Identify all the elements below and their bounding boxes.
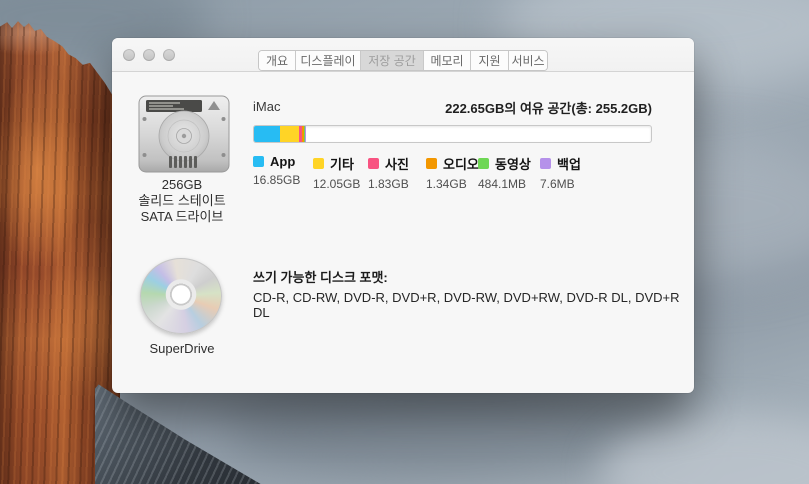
zoom-button[interactable]: [163, 49, 175, 61]
tab-displays[interactable]: 디스플레이: [296, 51, 361, 70]
storage-legend: App16.85GB기타12.05GB사진1.83GB오디오1.34GB동영상4…: [253, 154, 663, 186]
tab-storage[interactable]: 저장 공간: [361, 51, 424, 70]
legend-label-movies: 동영상: [495, 154, 531, 173]
legend-swatch-other: [313, 158, 324, 169]
storage-segment-backups: [305, 126, 306, 142]
legend-swatch-backups: [540, 158, 551, 169]
legend-size-app: 16.85GB: [253, 173, 300, 187]
tab-overview[interactable]: 개요: [259, 51, 296, 70]
legend-swatch-photos: [368, 158, 379, 169]
legend-label-app: App: [270, 154, 295, 169]
superdrive-caption: SuperDrive: [112, 341, 252, 357]
legend-item-audio: 오디오 1.34GB: [426, 154, 479, 191]
legend-label-backups: 백업: [557, 154, 581, 173]
about-this-mac-window: 개요디스플레이저장 공간메모리지원서비스: [112, 38, 694, 393]
drive-caption: 256GB 솔리드 스테이트 SATA 드라이브: [112, 177, 252, 225]
legend-size-movies: 484.1MB: [478, 177, 531, 191]
legend-label-other: 기타: [330, 154, 354, 173]
legend-item-app: App 16.85GB: [253, 154, 300, 187]
internal-drive-icon: [138, 95, 230, 178]
disc-formats-title: 쓰기 가능한 디스크 포맷:: [253, 267, 388, 286]
legend-size-audio: 1.34GB: [426, 177, 479, 191]
tab-support[interactable]: 지원: [471, 51, 509, 70]
storage-segment-other: [280, 126, 299, 142]
storage-bar-segments: [254, 126, 306, 142]
legend-size-photos: 1.83GB: [368, 177, 409, 191]
storage-segment-app: [254, 126, 280, 142]
window-titlebar[interactable]: 개요디스플레이저장 공간메모리지원서비스: [112, 38, 694, 72]
desktop-wallpaper: 개요디스플레이저장 공간메모리지원서비스: [0, 0, 809, 484]
close-button[interactable]: [123, 49, 135, 61]
legend-swatch-movies: [478, 158, 489, 169]
legend-size-backups: 7.6MB: [540, 177, 581, 191]
legend-item-other: 기타 12.05GB: [313, 154, 360, 191]
legend-label-audio: 오디오: [443, 154, 479, 173]
legend-item-movies: 동영상 484.1MB: [478, 154, 531, 191]
drive-type-line2: SATA 드라이브: [112, 209, 252, 225]
legend-swatch-audio: [426, 158, 437, 169]
drive-type-line1: 솔리드 스테이트: [112, 193, 252, 209]
disc-formats-list: CD-R, CD-RW, DVD-R, DVD+R, DVD-RW, DVD+R…: [253, 290, 694, 320]
minimize-button[interactable]: [143, 49, 155, 61]
superdrive-disc-icon: [140, 258, 222, 334]
legend-size-other: 12.05GB: [313, 177, 360, 191]
legend-swatch-app: [253, 156, 264, 167]
disk-name: iMac: [253, 99, 280, 114]
free-space-text: 222.65GB의 여유 공간(총: 255.2GB): [445, 98, 652, 117]
tab-memory[interactable]: 메모리: [424, 51, 471, 70]
storage-usage-bar: [253, 125, 652, 143]
legend-label-photos: 사진: [385, 154, 409, 173]
tab-service[interactable]: 서비스: [509, 51, 547, 70]
legend-item-backups: 백업 7.6MB: [540, 154, 581, 191]
drive-size: 256GB: [112, 177, 252, 193]
tab-bar: 개요디스플레이저장 공간메모리지원서비스: [258, 50, 548, 71]
legend-item-photos: 사진 1.83GB: [368, 154, 409, 191]
